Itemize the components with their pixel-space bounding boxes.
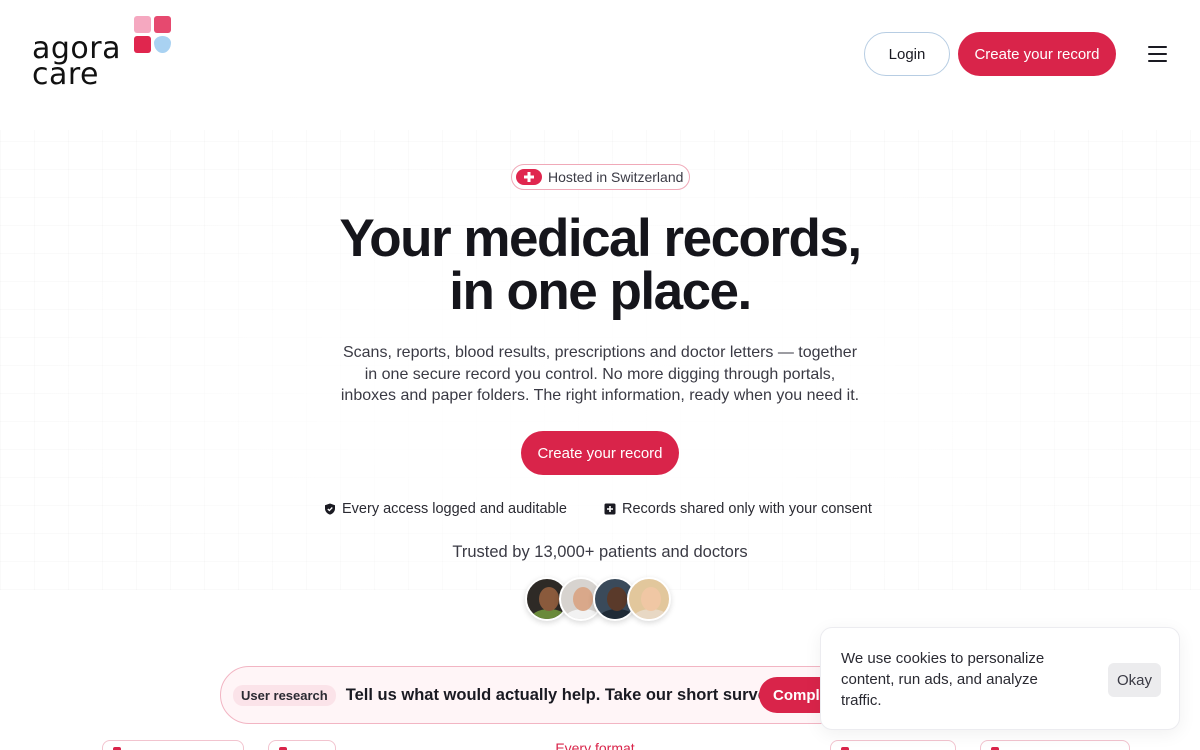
feature-access-logged: Every access logged and auditable xyxy=(324,500,567,518)
cookie-okay-button[interactable]: Okay xyxy=(1108,663,1161,697)
create-record-hero-button[interactable]: Create your record xyxy=(521,431,679,475)
agora-care-logo[interactable]: agora care xyxy=(30,14,180,96)
hero-subtitle: Scans, reports, blood results, prescript… xyxy=(340,344,860,404)
feature-text: Every access logged and auditable xyxy=(342,501,567,517)
badge-label: Hosted in Switzerland xyxy=(548,169,684,185)
survey-message: Tell us what would actually help. Take o… xyxy=(345,685,780,704)
avatar xyxy=(627,577,671,621)
trusted-text: Trusted by 13,000+ patients and doctors xyxy=(452,543,748,561)
hero-title-line2: in one place. xyxy=(449,262,752,321)
create-record-header-button[interactable]: Create your record xyxy=(958,32,1116,76)
format-chip xyxy=(102,740,244,750)
avatar-group xyxy=(525,577,675,621)
user-research-tag: User research xyxy=(233,684,336,706)
hero-title-line1: Your medical records, xyxy=(339,209,862,268)
login-button[interactable]: Login xyxy=(864,32,950,76)
format-chip xyxy=(980,740,1130,750)
feature-consent-sharing: Records shared only with your consent xyxy=(604,500,872,518)
swiss-flag-icon xyxy=(516,169,542,185)
hosted-badge: Hosted in Switzerland xyxy=(511,164,690,190)
logo-wordmark: agora care xyxy=(32,31,121,92)
format-chip xyxy=(268,740,336,750)
logo-mark-icon xyxy=(134,16,176,58)
hero-title: Your medical records, in one place. xyxy=(250,212,950,318)
hamburger-menu-icon[interactable] xyxy=(1148,46,1168,62)
every-format-label: Every format xyxy=(555,740,635,750)
survey-banner: User research Tell us what would actuall… xyxy=(220,666,880,724)
feature-text: Records shared only with your consent xyxy=(622,501,872,517)
format-chip xyxy=(830,740,956,750)
plus-square-icon xyxy=(604,503,616,515)
shield-check-icon xyxy=(325,503,335,515)
cookie-text: We use cookies to personalize content, r… xyxy=(841,650,1045,709)
cookie-notice: We use cookies to personalize content, r… xyxy=(820,627,1180,730)
